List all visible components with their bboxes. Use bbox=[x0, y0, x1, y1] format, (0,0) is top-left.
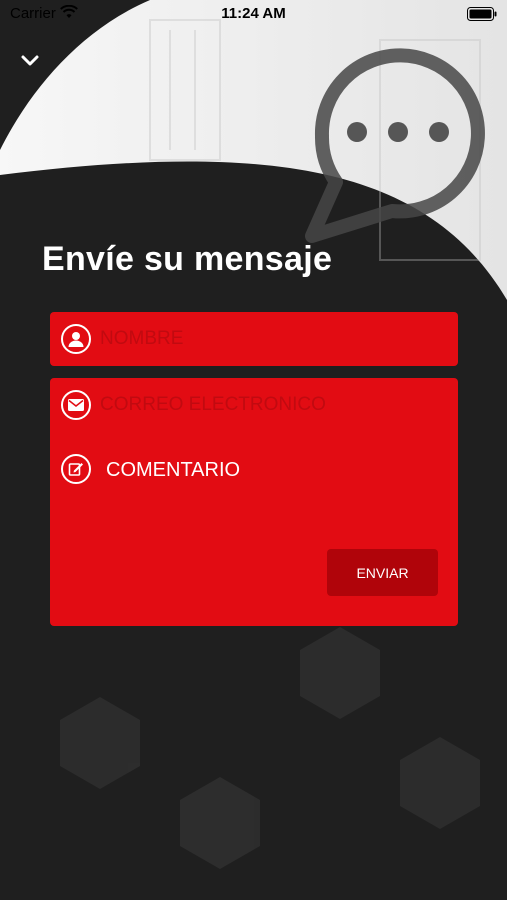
send-button[interactable]: ENVIAR bbox=[327, 549, 438, 596]
edit-icon bbox=[61, 454, 91, 484]
name-field[interactable] bbox=[50, 312, 458, 366]
battery-icon bbox=[467, 7, 497, 21]
back-button[interactable] bbox=[14, 46, 46, 74]
name-input[interactable] bbox=[100, 312, 450, 366]
status-time: 11:24 AM bbox=[221, 5, 286, 22]
user-icon bbox=[61, 324, 91, 354]
comment-field[interactable]: COMENTARIO ENVIAR bbox=[50, 430, 458, 626]
chat-bubble-icon bbox=[305, 48, 485, 243]
email-field[interactable] bbox=[50, 378, 458, 432]
chevron-down-icon bbox=[21, 55, 39, 66]
envelope-icon bbox=[61, 390, 91, 420]
email-input[interactable] bbox=[100, 378, 450, 432]
status-bar: Carrier 11:24 AM bbox=[0, 0, 507, 28]
page-title: Envíe su mensaje bbox=[42, 240, 333, 278]
comment-input[interactable]: COMENTARIO bbox=[106, 459, 240, 482]
